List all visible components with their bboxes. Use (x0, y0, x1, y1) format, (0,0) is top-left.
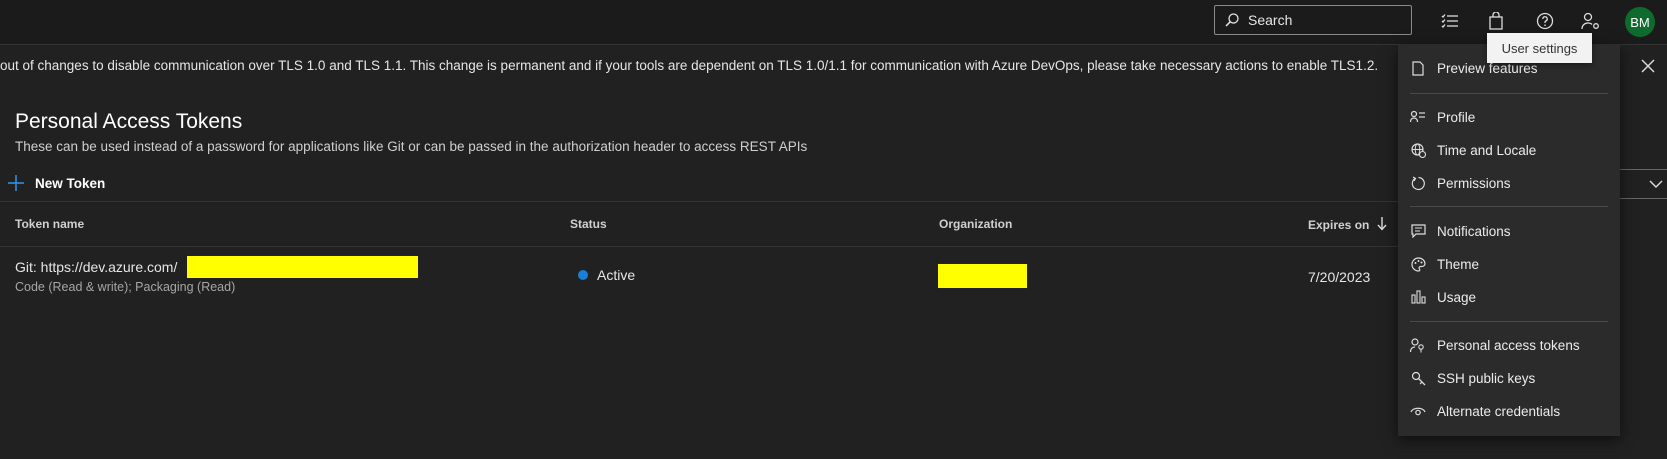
menu-item-label: Profile (1437, 109, 1476, 125)
menu-item-label: Usage (1437, 289, 1477, 305)
menu-item-label: SSH public keys (1437, 370, 1536, 386)
token-status: Active (597, 267, 636, 283)
search-box[interactable]: Search (1214, 5, 1412, 35)
search-placeholder: Search (1248, 12, 1293, 28)
avatar[interactable]: BM (1625, 7, 1655, 37)
column-header-status[interactable]: Status (570, 217, 607, 231)
user-settings-menu: Preview features Profile Time and Locale (1398, 45, 1620, 436)
globe-clock-icon (1410, 142, 1426, 158)
expires-header-label: Expires on (1308, 218, 1370, 232)
help-icon[interactable] (1534, 10, 1556, 32)
menu-item-label: Notifications (1437, 223, 1511, 239)
column-header-expires[interactable]: Expires on (1308, 217, 1387, 232)
menu-divider (1410, 206, 1608, 207)
column-header-name[interactable]: Token name (15, 217, 84, 231)
filter-dropdown[interactable] (1617, 169, 1667, 199)
plus-icon (8, 175, 24, 191)
status-dot-icon (578, 270, 588, 280)
menu-item-profile[interactable]: Profile (1398, 101, 1620, 133)
top-bar: Search BM (0, 0, 1667, 45)
menu-item-ssh-public-keys[interactable]: SSH public keys (1398, 362, 1620, 394)
page-icon (1410, 60, 1426, 76)
message-icon (1410, 223, 1426, 239)
eye-icon (1410, 403, 1426, 419)
redacted-block (938, 264, 1027, 288)
shopping-bag-icon[interactable] (1485, 10, 1507, 32)
user-settings-tooltip: User settings (1487, 33, 1592, 63)
menu-item-label: Theme (1437, 256, 1480, 272)
person-key-icon (1410, 337, 1426, 353)
token-scopes: Code (Read & write); Packaging (Read) (15, 280, 236, 294)
menu-divider (1410, 321, 1608, 322)
menu-item-label: Personal access tokens (1437, 337, 1580, 353)
menu-item-label: Alternate credentials (1437, 403, 1561, 419)
menu-item-label: Permissions (1437, 175, 1511, 191)
user-settings-icon[interactable] (1580, 10, 1602, 32)
close-icon[interactable] (1641, 59, 1655, 78)
menu-divider (1410, 93, 1608, 94)
new-token-label: New Token (35, 175, 106, 191)
profile-icon (1410, 109, 1426, 125)
key-icon (1410, 370, 1426, 386)
tls-banner-text: out of changes to disable communication … (0, 58, 1379, 73)
token-expires: 7/20/2023 (1308, 269, 1371, 285)
page-title: Personal Access Tokens (15, 110, 243, 133)
token-name[interactable]: Git: https://dev.azure.com/ (15, 259, 177, 275)
menu-item-label: Time and Locale (1437, 142, 1537, 158)
page-subtitle: These can be used instead of a password … (15, 139, 808, 154)
menu-item-alternate-credentials[interactable]: Alternate credentials (1398, 395, 1620, 427)
palette-icon (1410, 256, 1426, 272)
header-divider (0, 246, 1398, 247)
redacted-block (187, 256, 418, 278)
chevron-down-icon (1649, 180, 1663, 188)
menu-item-permissions[interactable]: Permissions (1398, 167, 1620, 199)
menu-item-time-and-locale[interactable]: Time and Locale (1398, 134, 1620, 166)
menu-item-personal-access-tokens[interactable]: Personal access tokens (1398, 329, 1620, 361)
menu-item-theme[interactable]: Theme (1398, 248, 1620, 280)
toolbar-divider (0, 201, 1398, 202)
menu-item-usage[interactable]: Usage (1398, 281, 1620, 313)
menu-item-notifications[interactable]: Notifications (1398, 215, 1620, 247)
column-header-organization[interactable]: Organization (939, 217, 1012, 231)
search-icon (1225, 13, 1239, 27)
new-token-button[interactable]: New Token (8, 175, 105, 191)
refresh-icon (1410, 175, 1426, 191)
task-list-icon[interactable] (1439, 10, 1461, 32)
bar-chart-icon (1410, 289, 1426, 305)
sort-down-icon (1377, 217, 1387, 231)
